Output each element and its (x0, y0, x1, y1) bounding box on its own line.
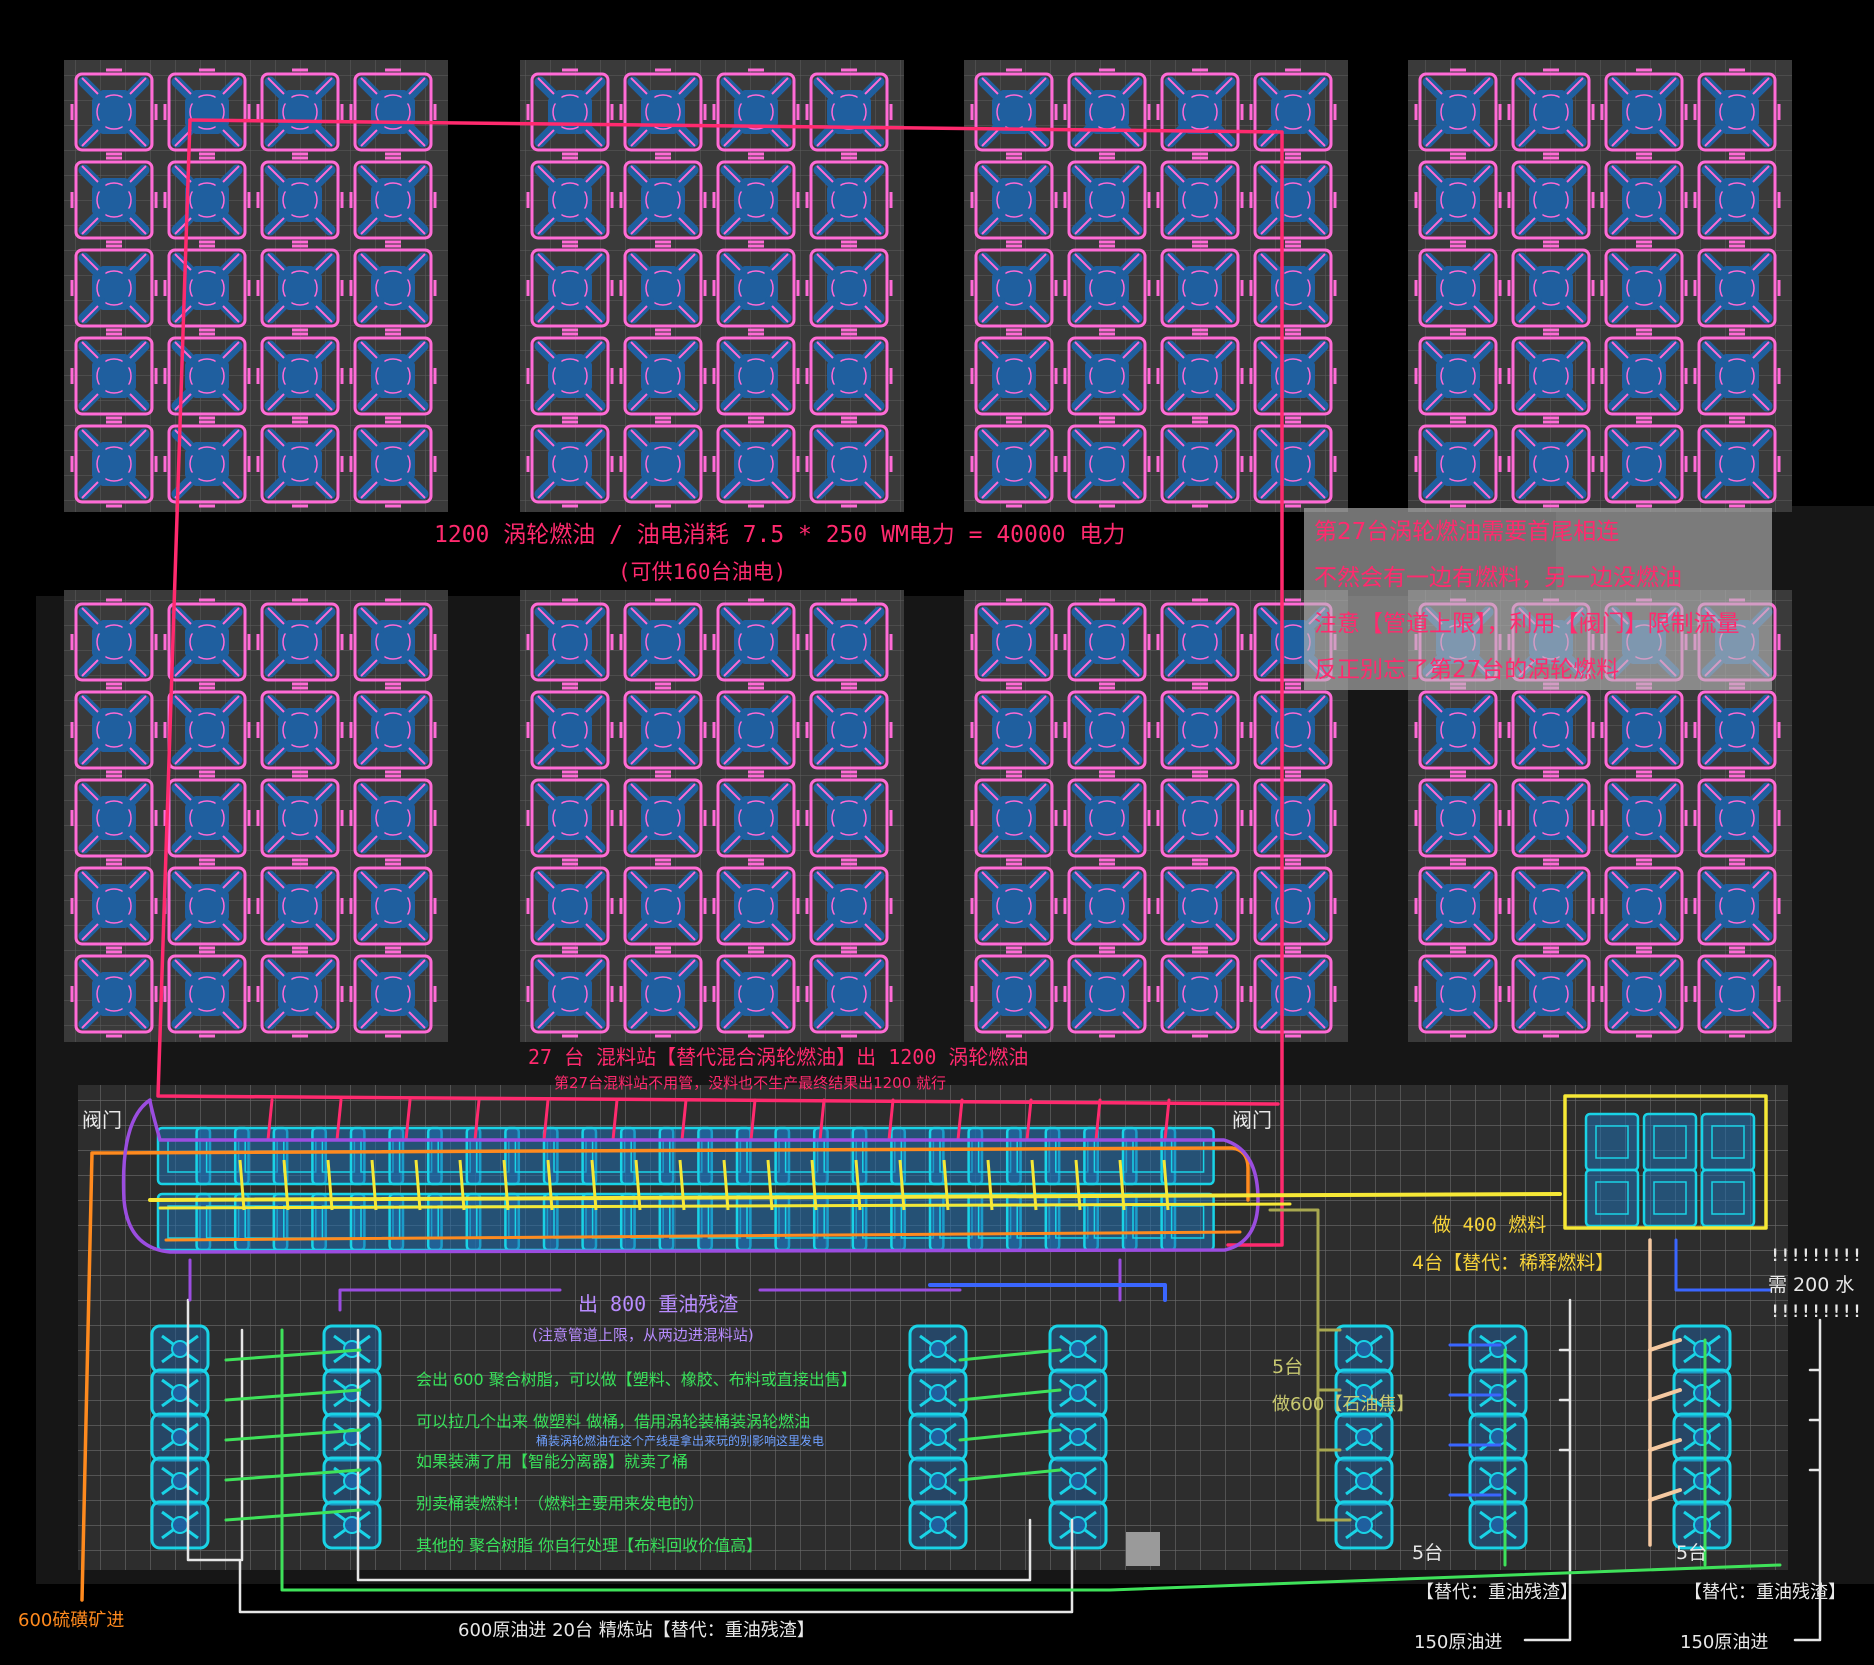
refinery-unit (1468, 1368, 1528, 1418)
valve-right-label: 阀门 (1232, 1108, 1272, 1132)
note-line-3: 注意【管道上限】，利用【阀门】限制流量 (1314, 611, 1740, 637)
coke-output-label: 做600【石油焦】 (1272, 1394, 1415, 1415)
refinery-unit (1672, 1412, 1732, 1462)
refinery-unit (150, 1324, 210, 1374)
fuel-output-label: 做 400 燃料 (1432, 1214, 1547, 1236)
refinery-unit (150, 1368, 210, 1418)
power-summary-subtitle: (可供160台油电) (618, 560, 787, 584)
blender-unit (1642, 1168, 1698, 1228)
refinery-unit (150, 1500, 210, 1550)
left-crude-input: 150原油进 (1414, 1632, 1503, 1653)
blender-unit (1642, 1112, 1698, 1172)
blender-unit (1584, 1112, 1640, 1172)
refinery-unit (908, 1412, 968, 1462)
turbine-block (1408, 60, 1792, 512)
refinery-unit (908, 1500, 968, 1550)
mixer-subtitle: 第27台混料站不用管，没料也不生产最终结果出1200 就行 (554, 1074, 947, 1092)
resin-note-4: 别卖桶装燃料！（燃料主要用来发电的） (416, 1494, 705, 1513)
refinery-unit (1672, 1456, 1732, 1506)
floor-marker (1126, 1532, 1160, 1566)
refinery-unit (1048, 1412, 1108, 1462)
blender-unit (1700, 1112, 1756, 1172)
refinery-unit (322, 1324, 382, 1374)
left-refinery-recipe: 【替代：重油残渣】 (1416, 1582, 1578, 1603)
blender-unit (1160, 1126, 1215, 1186)
refinery-unit (1334, 1456, 1394, 1506)
refinery-unit (1048, 1500, 1108, 1550)
refinery-unit (1468, 1500, 1528, 1550)
turbine-block (520, 590, 904, 1042)
refinery-unit (908, 1456, 968, 1506)
blueprint-stage: 1200 涡轮燃油 / 油电消耗 7.5 * 250 WM电力 = 40000 … (0, 0, 1874, 1665)
resin-note-2: 可以拉几个出来 做塑料 做桶，借用涡轮装桶装涡轮燃油 (416, 1412, 811, 1431)
refinery-unit (1468, 1456, 1528, 1506)
water-requirement-label: 需 200 水 (1768, 1274, 1855, 1296)
water-warning-top: !!!!!!!!! (1770, 1246, 1863, 1266)
refinery-unit (1048, 1456, 1108, 1506)
refinery-unit (1468, 1412, 1528, 1462)
note-line-1: 第27台涡轮燃油需要首尾相连 (1314, 519, 1620, 545)
heavy-oil-note: (注意管道上限，从两边进混料站) (532, 1326, 754, 1344)
refinery-unit (1468, 1324, 1528, 1374)
valve-left-label: 阀门 (82, 1108, 122, 1132)
refinery-unit (908, 1324, 968, 1374)
warning-note-box: 第27台涡轮燃油需要首尾相连 不然会有一边有燃料，另一边没燃油 注意【管道上限】… (1304, 508, 1772, 690)
refinery-unit (1672, 1368, 1732, 1418)
dilute-fuel-label: 4台【替代：稀释燃料】 (1412, 1252, 1615, 1274)
resin-note-small: 桶装涡轮燃油在这个产线是拿出来玩的别影响这里发电 (536, 1434, 825, 1448)
mixer-title: 27 台 混料站【替代混合涡轮燃油】出 1200 涡轮燃油 (528, 1045, 1029, 1069)
turbine-block (64, 60, 448, 512)
refinery-unit (1334, 1500, 1394, 1550)
refinery-unit (150, 1456, 210, 1506)
resin-note-5: 其他的 聚合树脂 你自行处理【布料回收价值高】 (416, 1536, 763, 1555)
water-warning-bottom: !!!!!!!!! (1770, 1302, 1863, 1322)
blender-unit (1584, 1168, 1640, 1228)
note-line-4: 反正别忘了第27台的涡轮燃料 (1314, 657, 1620, 683)
turbine-block (964, 590, 1348, 1042)
refinery-unit (150, 1412, 210, 1462)
note-line-2: 不然会有一边有燃料，另一边没燃油 (1314, 565, 1682, 591)
right-refinery-count: 5台 (1676, 1542, 1708, 1564)
blender-unit (1160, 1192, 1215, 1252)
sulfur-input-label: 600硫磺矿进 (18, 1610, 125, 1631)
coke-count-label: 5台 (1272, 1356, 1304, 1378)
left-refinery-count: 5台 (1412, 1542, 1444, 1564)
power-summary-title: 1200 涡轮燃油 / 油电消耗 7.5 * 250 WM电力 = 40000 … (434, 522, 1126, 548)
right-refinery-recipe: 【替代：重油残渣】 (1684, 1582, 1846, 1603)
refinery-input-label: 600原油进 20台 精炼站【替代：重油残渣】 (458, 1620, 815, 1641)
resin-note-1: 会出 600 聚合树脂，可以做【塑料、橡胶、布料或直接出售】 (416, 1370, 857, 1389)
refinery-unit (1048, 1368, 1108, 1418)
resin-note-3: 如果装满了用【智能分离器】就卖了桶 (416, 1452, 689, 1471)
refinery-unit (1334, 1412, 1394, 1462)
refinery-unit (322, 1456, 382, 1506)
refinery-unit (1672, 1324, 1732, 1374)
refinery-unit (1334, 1324, 1394, 1374)
refinery-unit (908, 1368, 968, 1418)
factory-layout-plan (36, 60, 1874, 1642)
refinery-unit (322, 1500, 382, 1550)
blender-unit (1700, 1168, 1756, 1228)
refinery-unit (322, 1412, 382, 1462)
turbine-block (64, 590, 448, 1042)
right-crude-input: 150原油进 (1680, 1632, 1769, 1653)
heavy-oil-output-label: 出 800 重油残渣 (578, 1292, 739, 1316)
